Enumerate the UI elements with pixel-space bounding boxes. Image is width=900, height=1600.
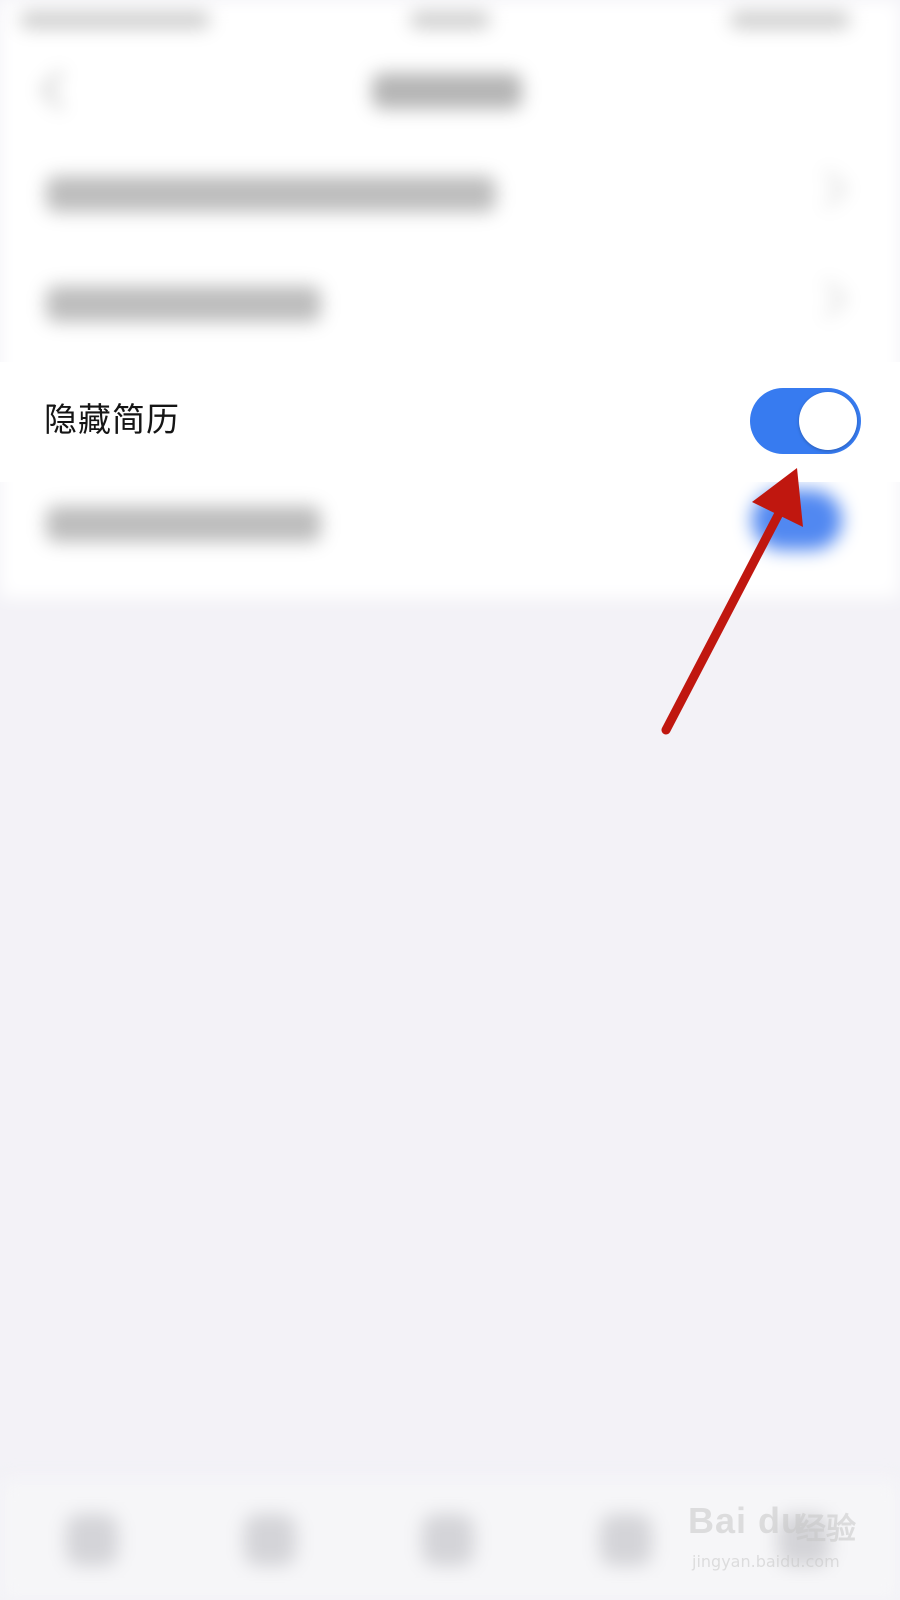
tab-icon[interactable] xyxy=(422,1514,474,1566)
status-time xyxy=(410,12,490,28)
nav-bar xyxy=(0,48,900,138)
screen: 隐藏简历 Bai du 经验 jingyan.baidu.com xyxy=(0,0,900,1600)
row-label xyxy=(46,286,321,322)
row-label xyxy=(46,506,321,542)
blurred-background xyxy=(0,0,900,1600)
watermark-name: 经验 xyxy=(796,1512,856,1547)
tab-icon[interactable] xyxy=(66,1514,118,1566)
hide-resume-label: 隐藏简历 xyxy=(44,400,180,439)
hide-resume-toggle[interactable] xyxy=(750,388,861,454)
toggle-knob xyxy=(799,392,857,450)
tab-icon[interactable] xyxy=(600,1514,652,1566)
status-left xyxy=(20,12,210,28)
page-title xyxy=(372,73,522,109)
watermark-url: jingyan.baidu.com xyxy=(692,1552,840,1571)
tab-icon[interactable] xyxy=(244,1514,296,1566)
settings-row[interactable] xyxy=(0,468,900,580)
watermark: Bai du 经验 jingyan.baidu.com xyxy=(688,1500,858,1590)
row-label xyxy=(46,176,496,212)
status-right xyxy=(730,12,850,28)
settings-row-hide-resume: 隐藏简历 xyxy=(0,362,900,482)
settings-row[interactable] xyxy=(0,248,900,360)
chevron-right-icon xyxy=(809,170,847,208)
status-bar xyxy=(0,0,900,48)
chevron-right-icon xyxy=(809,280,847,318)
toggle-switch[interactable] xyxy=(752,490,842,550)
chevron-left-icon[interactable] xyxy=(40,70,80,110)
settings-row[interactable] xyxy=(0,138,900,250)
watermark-logo: Bai du xyxy=(688,1500,805,1541)
